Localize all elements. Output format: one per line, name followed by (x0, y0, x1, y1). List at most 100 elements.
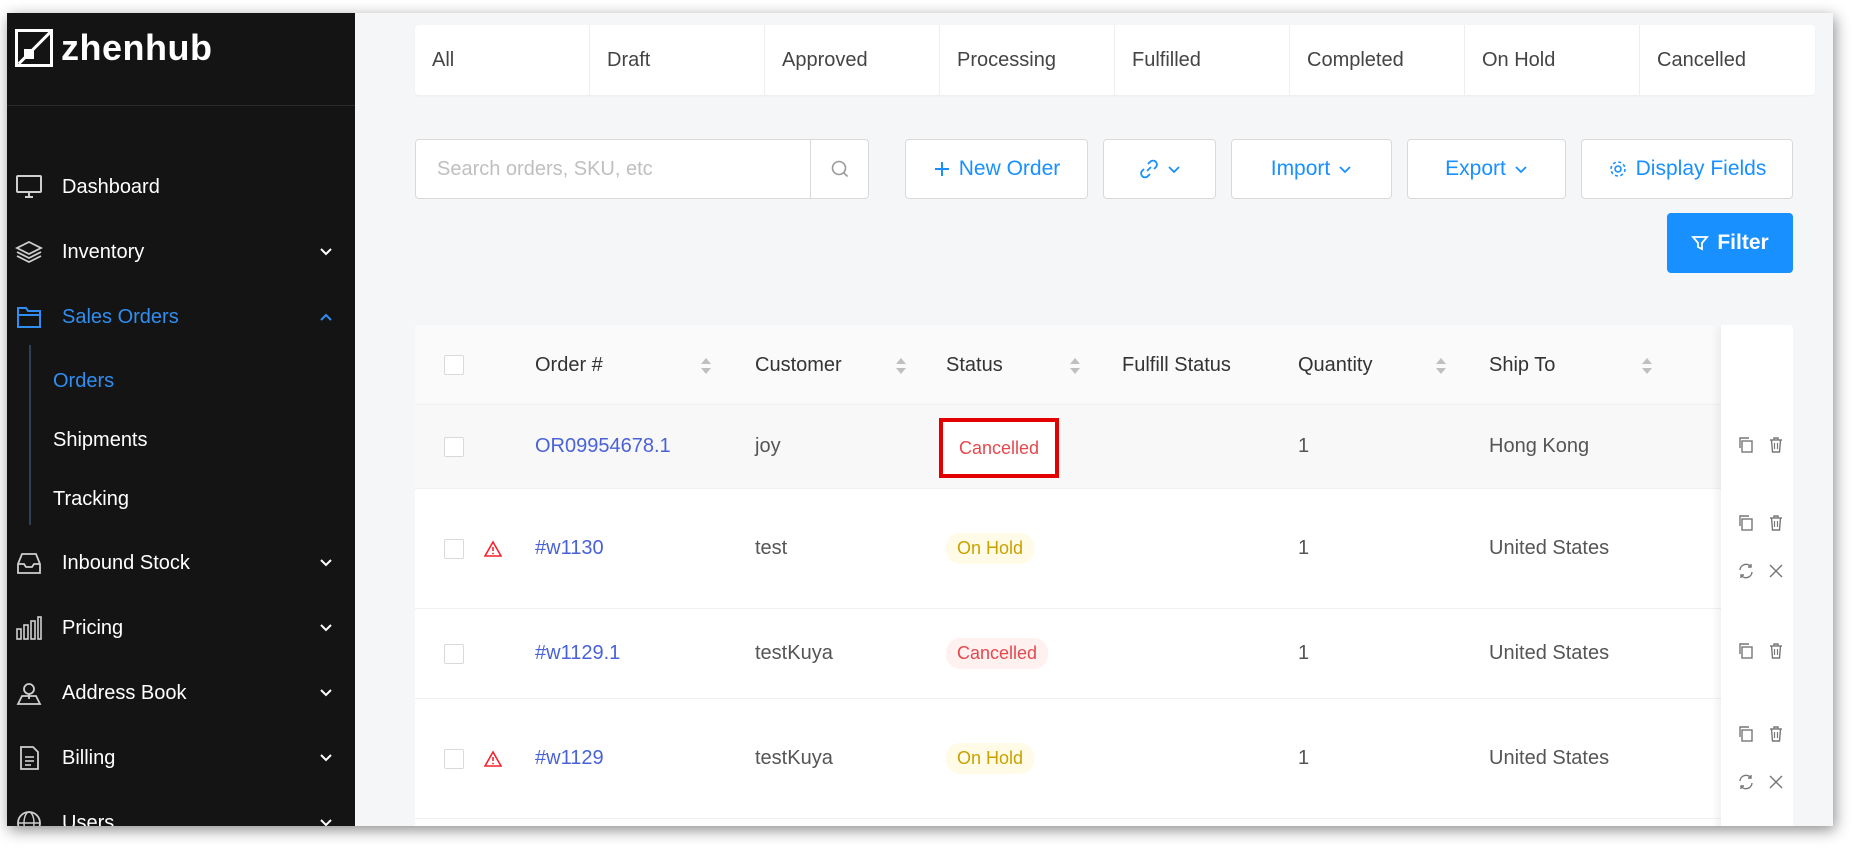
filter-icon (1691, 236, 1710, 251)
trash-icon (1770, 515, 1782, 531)
document-icon (15, 744, 43, 772)
chevron-up-icon (320, 313, 332, 321)
order-number-link[interactable]: OR09954678.1 (535, 405, 671, 488)
sidebar-subitem-shipments[interactable]: Shipments (53, 429, 148, 452)
cancel-order-button[interactable] (1765, 560, 1787, 582)
copy-button[interactable] (1735, 434, 1757, 456)
search-input[interactable] (416, 140, 810, 198)
table-row[interactable]: OR09954678.1 joy 1 Hong Kong (415, 405, 1793, 489)
delete-button[interactable] (1765, 640, 1787, 662)
sync-button[interactable] (1735, 771, 1757, 793)
sidebar-item-sales-orders[interactable]: Sales Orders (7, 289, 355, 345)
bar-chart-icon (15, 614, 43, 642)
sidebar-item-address-book[interactable]: Address Book (7, 665, 355, 721)
sidebar: zhenhub Dashboard Inventory Sales Orders (7, 13, 355, 826)
copy-button[interactable] (1735, 512, 1757, 534)
import-button[interactable]: Import (1231, 139, 1392, 199)
column-header-customer[interactable]: Customer (755, 325, 842, 405)
row-checkbox[interactable] (444, 539, 464, 559)
tab-all[interactable]: All (415, 25, 590, 95)
customer-cell: testKuya (755, 642, 833, 664)
chevron-down-icon (1515, 166, 1527, 174)
copy-icon (1739, 643, 1753, 659)
sort-icon[interactable] (895, 356, 907, 376)
table-row[interactable]: #w1129 testKuya On Hold 1 United States (415, 699, 1793, 819)
filter-label: Filter (1717, 231, 1769, 254)
tab-approved[interactable]: Approved (765, 25, 940, 95)
search-button[interactable] (810, 140, 868, 198)
chevron-down-icon (320, 624, 332, 632)
table-row[interactable]: #w1129.1 testKuya Cancelled 1 United Sta… (415, 609, 1793, 699)
copy-button[interactable] (1735, 723, 1757, 745)
trash-icon (1770, 726, 1782, 742)
customer-cell: test (755, 537, 788, 559)
status-badge: Cancelled (946, 638, 1049, 669)
status-badge: On Hold (946, 533, 1035, 564)
new-order-label: New Order (958, 157, 1061, 180)
tab-draft[interactable]: Draft (590, 25, 765, 95)
column-header-status[interactable]: Status (946, 325, 1003, 405)
tab-fulfilled[interactable]: Fulfilled (1115, 25, 1290, 95)
sidebar-item-billing[interactable]: Billing (7, 730, 355, 786)
map-pin-icon (15, 679, 43, 707)
export-label: Export (1445, 157, 1506, 180)
main-content: All Draft Approved Processing Fulfilled … (355, 13, 1833, 826)
table-row[interactable]: #w1130 test On Hold 1 United States (415, 489, 1793, 609)
status-cell: On Hold (946, 699, 1035, 818)
select-all-checkbox[interactable] (444, 355, 464, 375)
sidebar-subitem-orders[interactable]: Orders (53, 370, 114, 393)
order-number-link[interactable]: #w1130 (535, 489, 604, 608)
chevron-down-icon (1167, 166, 1180, 174)
brand[interactable]: zhenhub (15, 27, 212, 69)
tab-processing[interactable]: Processing (940, 25, 1115, 95)
column-header-order[interactable]: Order # (535, 325, 603, 405)
tab-on-hold[interactable]: On Hold (1465, 25, 1640, 95)
order-number-link[interactable]: #w1129.1 (535, 609, 620, 698)
column-header-ship-to[interactable]: Ship To (1489, 325, 1555, 405)
row-checkbox[interactable] (444, 749, 464, 769)
sidebar-item-inventory[interactable]: Inventory (7, 224, 355, 280)
row-checkbox[interactable] (444, 644, 464, 664)
row-checkbox[interactable] (444, 437, 464, 457)
sort-icon[interactable] (700, 356, 712, 376)
copy-icon (1739, 437, 1753, 453)
filter-button[interactable]: Filter (1667, 213, 1793, 273)
plus-icon (934, 162, 949, 176)
cancel-order-button[interactable] (1765, 771, 1787, 793)
ship-to-cell: Hong Kong (1489, 435, 1590, 457)
gear-icon (1609, 161, 1626, 177)
link-dropdown-button[interactable] (1103, 139, 1216, 199)
folder-icon (15, 303, 43, 331)
quantity-cell: 1 (1298, 537, 1310, 559)
sidebar-item-inbound-stock[interactable]: Inbound Stock (7, 535, 355, 591)
display-fields-button[interactable]: Display Fields (1581, 139, 1793, 199)
globe-icon (15, 809, 43, 826)
sidebar-item-dashboard[interactable]: Dashboard (7, 159, 355, 215)
sort-icon[interactable] (1069, 356, 1081, 376)
new-order-button[interactable]: New Order (905, 139, 1088, 199)
quantity-cell: 1 (1298, 747, 1310, 769)
sidebar-item-pricing[interactable]: Pricing (7, 600, 355, 656)
delete-button[interactable] (1765, 723, 1787, 745)
column-header-quantity[interactable]: Quantity (1298, 325, 1372, 405)
sidebar-item-label: Inbound Stock (62, 551, 190, 574)
delete-button[interactable] (1765, 512, 1787, 534)
search-icon (831, 160, 848, 178)
chevron-down-icon (320, 248, 332, 256)
orders-table: Order # Customer Status Fulfill Status Q… (415, 325, 1793, 826)
sidebar-subitem-tracking[interactable]: Tracking (53, 488, 129, 511)
sort-icon[interactable] (1435, 356, 1447, 376)
import-label: Import (1270, 157, 1331, 180)
sidebar-item-users[interactable]: Users (7, 795, 355, 826)
warning-icon (484, 750, 502, 767)
export-button[interactable]: Export (1407, 139, 1566, 199)
sidebar-item-label: Dashboard (62, 175, 160, 198)
delete-button[interactable] (1765, 434, 1787, 456)
quantity-cell: 1 (1298, 435, 1310, 457)
sort-icon[interactable] (1641, 356, 1653, 376)
sync-button[interactable] (1735, 560, 1757, 582)
copy-button[interactable] (1735, 640, 1757, 662)
order-number-link[interactable]: #w1129 (535, 699, 604, 818)
tab-completed[interactable]: Completed (1290, 25, 1465, 95)
tab-cancelled[interactable]: Cancelled (1640, 25, 1815, 95)
